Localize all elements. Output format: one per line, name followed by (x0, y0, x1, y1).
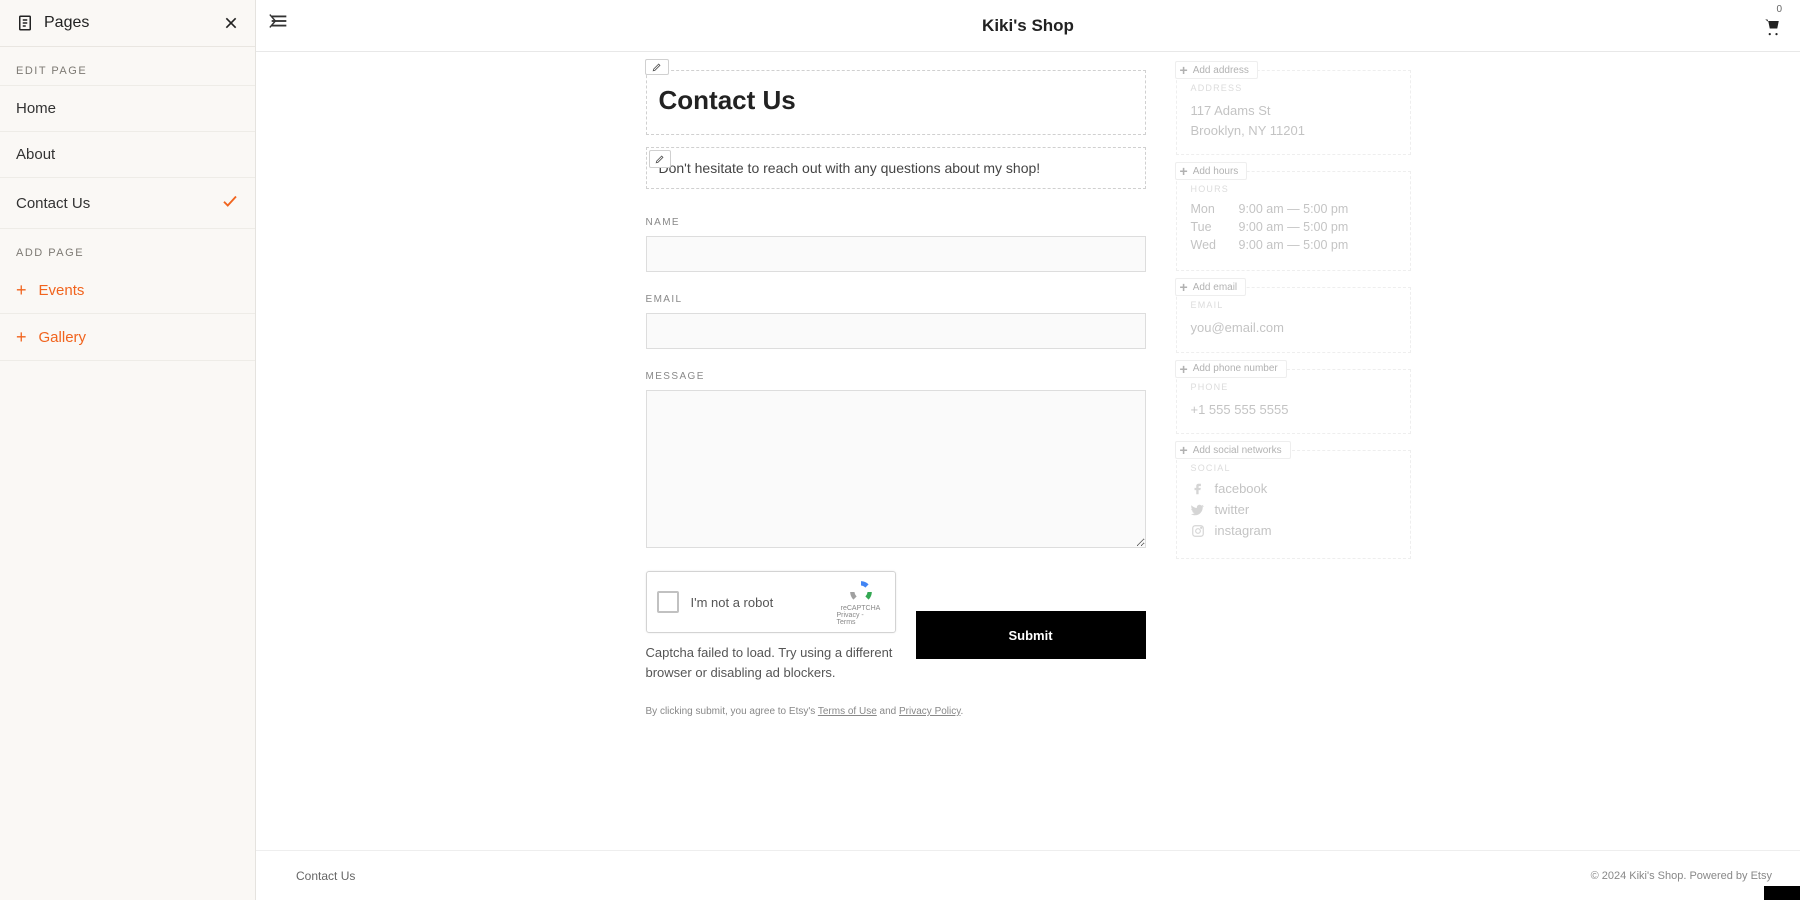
intro-text: Don't hesitate to reach out with any que… (659, 160, 1041, 176)
sidebar-item-home[interactable]: Home (0, 85, 255, 132)
email-input[interactable] (646, 313, 1146, 349)
phone-heading: PHONE (1191, 382, 1396, 392)
contact-form-column: Contact Us Don't hesitate to reach out w… (646, 70, 1146, 900)
phone-block[interactable]: +Add phone number PHONE +1 555 555 5555 (1176, 369, 1411, 435)
instagram-icon (1191, 524, 1205, 538)
captcha-error: Captcha failed to load. Try using a diff… (646, 643, 896, 682)
edit-page-list: Home About Contact Us (0, 85, 255, 229)
phone-value: +1 555 555 5555 (1191, 400, 1396, 420)
sidebar-title: Pages (44, 14, 89, 32)
shop-title: Kiki's Shop (982, 16, 1074, 36)
email-value: you@email.com (1191, 318, 1396, 338)
sidebar-item-label: Contact Us (16, 195, 90, 212)
edit-icon[interactable] (645, 59, 669, 75)
shop-header: Kiki's Shop 0 (256, 0, 1800, 52)
intro-block[interactable]: Don't hesitate to reach out with any que… (646, 147, 1146, 189)
hours-row: Mon9:00 am — 5:00 pm (1191, 202, 1396, 216)
social-heading: SOCIAL (1191, 463, 1396, 473)
hours-row: Tue9:00 am — 5:00 pm (1191, 220, 1396, 234)
add-phone-button[interactable]: +Add phone number (1175, 360, 1287, 378)
address-heading: ADDRESS (1191, 83, 1396, 93)
edit-icon[interactable] (649, 150, 671, 168)
add-page-label-text: Gallery (39, 329, 87, 346)
consent-text: By clicking submit, you agree to Etsy's … (646, 706, 1146, 717)
plus-icon: + (16, 328, 27, 346)
address-line1: 117 Adams St (1191, 101, 1396, 121)
sidebar-item-label: About (16, 146, 55, 163)
recaptcha-logo: reCAPTCHA Privacy - Terms (837, 579, 885, 626)
editor-canvas: Kiki's Shop 0 Contact Us (256, 0, 1800, 900)
sidebar-header: Pages (0, 0, 255, 47)
add-address-button[interactable]: +Add address (1175, 61, 1258, 79)
cart-icon[interactable] (1762, 18, 1782, 39)
sidebar-item-about[interactable]: About (0, 132, 255, 178)
name-input[interactable] (646, 236, 1146, 272)
sidebar: Pages EDIT PAGE Home About Contact Us AD… (0, 0, 256, 900)
recaptcha-checkbox[interactable] (657, 591, 679, 613)
hours-heading: HOURS (1191, 184, 1396, 194)
check-icon (221, 192, 239, 214)
add-page-events[interactable]: + Events (0, 267, 255, 314)
sidebar-item-label: Home (16, 100, 56, 117)
add-page-label-text: Events (39, 282, 85, 299)
cart-count: 0 (1776, 4, 1782, 15)
canvas-footer: Contact Us © 2024 Kiki's Shop. Powered b… (256, 850, 1800, 900)
toggle-panel-icon[interactable] (268, 10, 290, 35)
plus-icon: + (1180, 362, 1188, 376)
footer-copyright: © 2024 Kiki's Shop. Powered by Etsy (1591, 870, 1772, 882)
add-hours-button[interactable]: +Add hours (1175, 162, 1248, 180)
social-row: instagram (1191, 523, 1396, 538)
message-label: MESSAGE (646, 371, 1146, 382)
add-email-button[interactable]: +Add email (1175, 278, 1247, 296)
privacy-link[interactable]: Privacy Policy (899, 706, 961, 717)
submit-button[interactable]: Submit (916, 611, 1146, 659)
plus-icon: + (1180, 63, 1188, 77)
corner-stub (1764, 886, 1800, 900)
contact-info-column: +Add address ADDRESS 117 Adams St Brookl… (1176, 70, 1411, 900)
add-social-button[interactable]: +Add social networks (1175, 441, 1291, 459)
footer-page-name: Contact Us (296, 869, 355, 883)
hours-block[interactable]: +Add hours HOURS Mon9:00 am — 5:00 pm Tu… (1176, 171, 1411, 271)
email-label: EMAIL (646, 294, 1146, 305)
twitter-icon (1191, 503, 1205, 517)
plus-icon: + (1180, 280, 1188, 294)
social-row: twitter (1191, 502, 1396, 517)
plus-icon: + (1180, 443, 1188, 457)
facebook-icon (1191, 482, 1205, 496)
name-label: NAME (646, 217, 1146, 228)
email-block[interactable]: +Add email EMAIL you@email.com (1176, 287, 1411, 353)
add-page-gallery[interactable]: + Gallery (0, 314, 255, 361)
recaptcha-widget[interactable]: I'm not a robot reCAPTCHA Privacy - Term… (646, 571, 896, 633)
plus-icon: + (16, 281, 27, 299)
address-block[interactable]: +Add address ADDRESS 117 Adams St Brookl… (1176, 70, 1411, 155)
address-line2: Brooklyn, NY 11201 (1191, 121, 1396, 141)
page-heading: Contact Us (659, 85, 1133, 116)
message-input[interactable] (646, 390, 1146, 548)
close-icon[interactable] (223, 15, 239, 31)
email-heading: EMAIL (1191, 300, 1396, 310)
recaptcha-label: I'm not a robot (691, 595, 825, 610)
hours-row: Wed9:00 am — 5:00 pm (1191, 238, 1396, 252)
social-row: facebook (1191, 481, 1396, 496)
terms-link[interactable]: Terms of Use (818, 706, 877, 717)
page-icon (16, 14, 34, 32)
sidebar-item-contact[interactable]: Contact Us (0, 178, 255, 229)
social-block[interactable]: +Add social networks SOCIAL facebook twi… (1176, 450, 1411, 559)
plus-icon: + (1180, 164, 1188, 178)
heading-block[interactable]: Contact Us (646, 70, 1146, 135)
add-page-label: ADD PAGE (0, 229, 255, 267)
edit-page-label: EDIT PAGE (0, 47, 255, 85)
